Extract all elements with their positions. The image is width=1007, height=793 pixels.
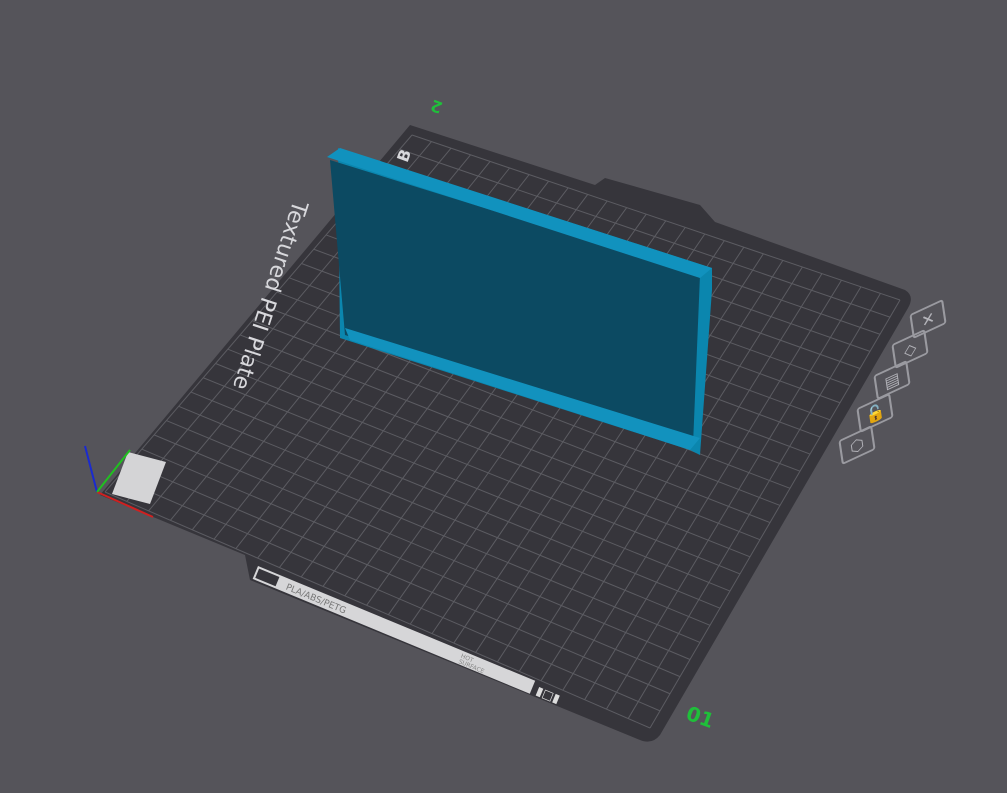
arrange-icon: ▤ xyxy=(883,367,901,393)
auto-orient-icon: ◇ xyxy=(902,337,918,361)
settings-icon: ⬡ xyxy=(848,432,866,458)
z-axis xyxy=(84,445,98,493)
close-icon: ✕ xyxy=(920,306,936,332)
plate-number: 01 xyxy=(683,701,717,733)
3d-viewport[interactable]: PLA/ABS/PETG HOT SURFACE ▮□▮ Textured PE… xyxy=(0,0,1007,793)
axis-mark: 2 xyxy=(428,96,445,118)
